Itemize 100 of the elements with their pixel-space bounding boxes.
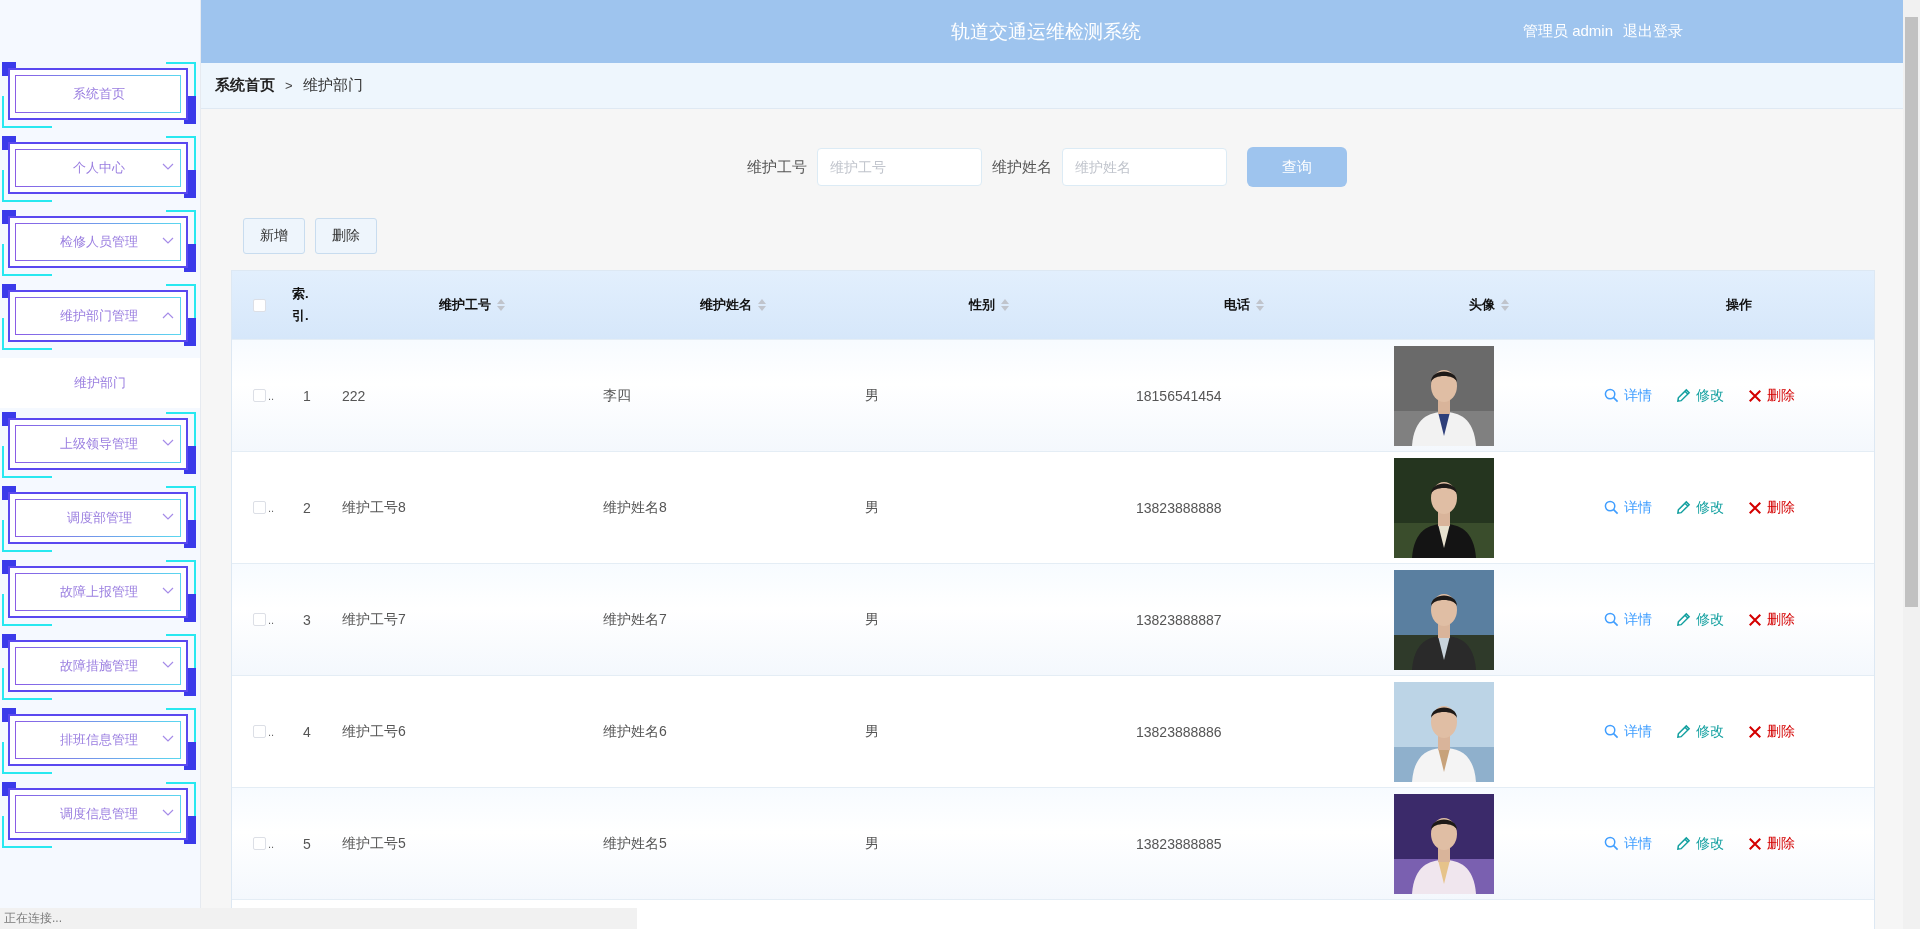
table-cell: 维护工号6	[342, 722, 406, 741]
select-all-checkbox[interactable]	[253, 298, 266, 312]
chevron-down-icon	[162, 513, 174, 521]
table-cell: 李四	[603, 386, 631, 405]
table-cell: 维护姓名5	[603, 834, 667, 853]
sort-icon[interactable]	[1256, 299, 1264, 311]
edit-link[interactable]: 修改	[1675, 834, 1724, 853]
search-field[interactable]: 维护工号	[817, 148, 982, 186]
close-icon	[1747, 388, 1762, 403]
table-cell: 男	[865, 498, 879, 517]
search-field[interactable]: 维护姓名	[1062, 148, 1227, 186]
table-cell: 18156541454	[1136, 387, 1222, 404]
chevron-down-icon	[162, 237, 174, 245]
table-cell: 男	[865, 834, 879, 853]
edit-link[interactable]: 修改	[1675, 498, 1724, 517]
table-cell: 1	[303, 387, 311, 404]
column-header: 维护姓名	[700, 296, 752, 314]
sort-icon[interactable]	[758, 299, 766, 311]
table-cell: 2	[303, 499, 311, 516]
truncation-dots: ..	[268, 837, 275, 850]
truncation-dots: ..	[268, 613, 275, 626]
chevron-down-icon	[162, 809, 174, 817]
chevron-down-icon	[162, 661, 174, 669]
search-icon	[1603, 500, 1619, 515]
chevron-down-icon	[162, 439, 174, 447]
sort-icon[interactable]	[497, 299, 505, 311]
search-icon	[1603, 388, 1619, 403]
app-title: 轨道交通运维检测系统	[951, 19, 1142, 44]
delete-link[interactable]: 删除	[1747, 834, 1795, 853]
edit-link[interactable]: 修改	[1675, 386, 1724, 405]
column-header: 头像	[1469, 296, 1495, 314]
table-cell: 维护工号7	[342, 610, 406, 629]
close-icon	[1747, 836, 1762, 851]
breadcrumb-link[interactable]: 维护部门	[302, 76, 363, 95]
sort-icon[interactable]	[1501, 299, 1509, 311]
row-checkbox[interactable]	[253, 613, 266, 626]
logout-link[interactable]: 退出登录	[1623, 22, 1684, 41]
detail-link[interactable]: 详情	[1603, 722, 1652, 741]
edit-link[interactable]: 修改	[1675, 610, 1724, 629]
search-icon	[1603, 836, 1619, 851]
close-icon	[1747, 724, 1762, 739]
table-cell: 维护姓名8	[603, 498, 667, 517]
table-cell: 男	[865, 386, 879, 405]
query-button[interactable]: 查询	[1247, 147, 1347, 187]
detail-link[interactable]: 详情	[1603, 386, 1652, 405]
row-checkbox[interactable]	[253, 725, 266, 738]
table-cell: 13823888885	[1136, 835, 1222, 852]
table-cell: 男	[865, 610, 879, 629]
sort-icon[interactable]	[1001, 299, 1009, 311]
table-cell: 男	[865, 722, 879, 741]
close-icon	[1747, 500, 1762, 515]
delete-link[interactable]: 删除	[1747, 610, 1795, 629]
table-cell: 维护姓名6	[603, 722, 667, 741]
toolbar-button[interactable]: 删除	[315, 218, 377, 254]
scrollbar[interactable]	[1903, 0, 1920, 929]
table-cell: 维护姓名7	[603, 610, 667, 629]
column-header: 索. 引.	[292, 284, 310, 325]
row-checkbox[interactable]	[253, 501, 266, 514]
field-label: 维护姓名	[992, 157, 1052, 177]
table-cell: 4	[303, 723, 311, 740]
delete-link[interactable]: 删除	[1747, 722, 1795, 741]
row-checkbox[interactable]	[253, 389, 266, 402]
delete-link[interactable]: 删除	[1747, 386, 1795, 405]
column-header: 电话	[1224, 296, 1250, 314]
field-label: 维护工号	[747, 157, 807, 177]
table-cell: 222	[342, 387, 366, 404]
delete-link[interactable]: 删除	[1747, 498, 1795, 517]
search-icon	[1603, 612, 1619, 627]
column-header: 维护工号	[439, 296, 491, 314]
pencil-icon	[1675, 836, 1691, 851]
breadcrumb-separator: >	[285, 78, 293, 93]
user-name: 管理员 admin	[1523, 22, 1614, 41]
search-icon	[1603, 724, 1619, 739]
table-cell: 13823888887	[1136, 611, 1222, 628]
pencil-icon	[1675, 500, 1691, 515]
table-cell: 3	[303, 611, 311, 628]
detail-link[interactable]: 详情	[1603, 834, 1652, 853]
breadcrumb-link[interactable]: 系统首页	[215, 76, 275, 95]
chevron-up-icon	[162, 311, 174, 319]
chevron-down-icon	[162, 735, 174, 743]
toolbar-button[interactable]: 新增	[243, 218, 305, 254]
table-cell: 5	[303, 835, 311, 852]
pencil-icon	[1675, 724, 1691, 739]
pencil-icon	[1675, 612, 1691, 627]
detail-link[interactable]: 详情	[1603, 498, 1652, 517]
close-icon	[1747, 612, 1762, 627]
truncation-dots: ..	[268, 501, 275, 514]
truncation-dots: ..	[268, 725, 275, 738]
table-cell: 维护工号5	[342, 834, 406, 853]
truncation-dots: ..	[268, 389, 275, 402]
detail-link[interactable]: 详情	[1603, 610, 1652, 629]
chevron-down-icon	[162, 587, 174, 595]
edit-link[interactable]: 修改	[1675, 722, 1724, 741]
table-cell: 13823888888	[1136, 499, 1222, 516]
sidebar-submenu-item[interactable]: 维护部门	[0, 358, 200, 408]
table-cell: 维护工号8	[342, 498, 406, 517]
table-cell: 13823888886	[1136, 723, 1222, 740]
column-header: 操作	[1726, 296, 1752, 314]
row-checkbox[interactable]	[253, 837, 266, 850]
chevron-down-icon	[162, 163, 174, 171]
